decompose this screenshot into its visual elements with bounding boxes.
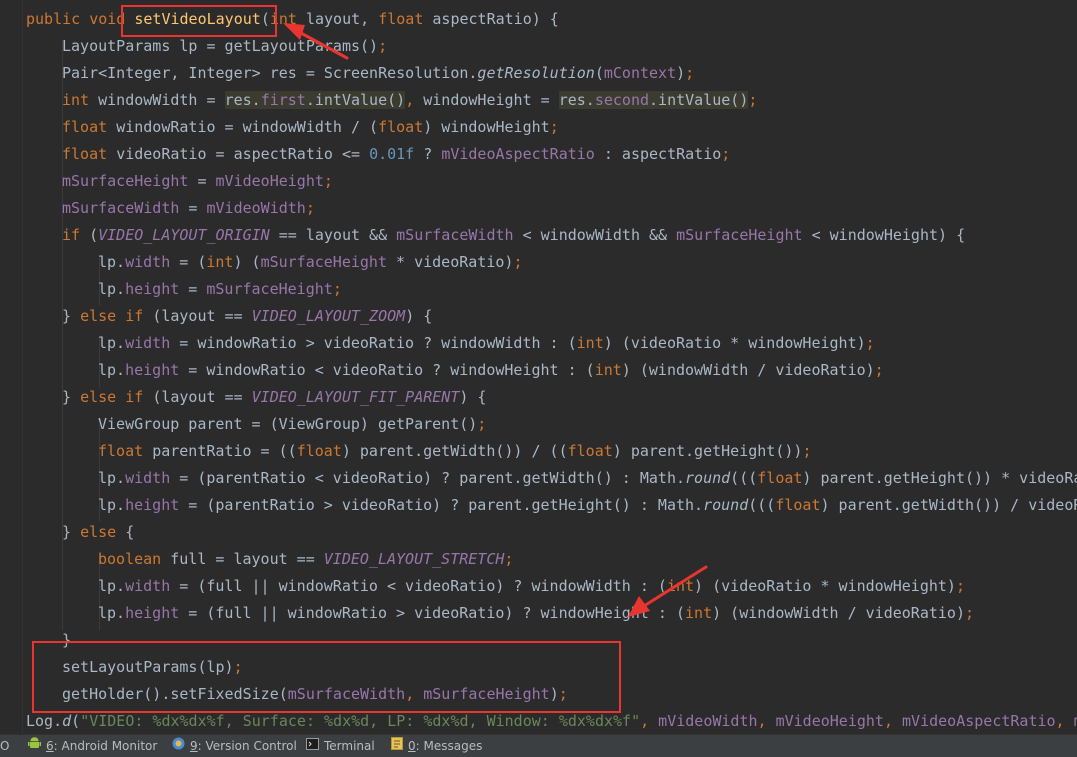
tool-window-messages-label: : Messages <box>415 739 483 753</box>
messages-icon <box>391 735 403 757</box>
tool-window-fragment[interactable]: O <box>0 735 9 757</box>
annotation-arrows <box>283 23 708 617</box>
status-bar: O 6: Android Monitor 9: Version Control … <box>0 734 1077 757</box>
android-icon <box>28 735 41 757</box>
tool-window-android-monitor[interactable]: 6: Android Monitor <box>28 735 157 757</box>
tool-window-messages[interactable]: 0: Messages <box>391 735 482 757</box>
code-editor[interactable]: public void setVideoLayout(int layout, f… <box>0 0 1077 734</box>
tool-window-android-monitor-number: 6 <box>46 739 54 753</box>
tool-window-version-control[interactable]: 9: Version Control <box>172 735 297 757</box>
terminal-icon <box>306 735 319 757</box>
tool-window-version-control-label: : Version Control <box>197 739 297 753</box>
tool-window-android-monitor-label: : Android Monitor <box>53 739 158 753</box>
arrow-head-icon <box>283 23 305 40</box>
tool-window-terminal-label: Terminal <box>324 739 375 753</box>
version-control-icon <box>172 735 185 757</box>
arrow-icon <box>634 565 708 613</box>
tool-window-terminal[interactable]: Terminal <box>306 735 375 757</box>
tool-window-version-control-number: 9 <box>190 739 198 753</box>
tool-window-fragment-label: O <box>0 739 10 753</box>
tool-window-messages-number: 0 <box>408 739 416 753</box>
arrow-head-icon <box>628 596 650 617</box>
